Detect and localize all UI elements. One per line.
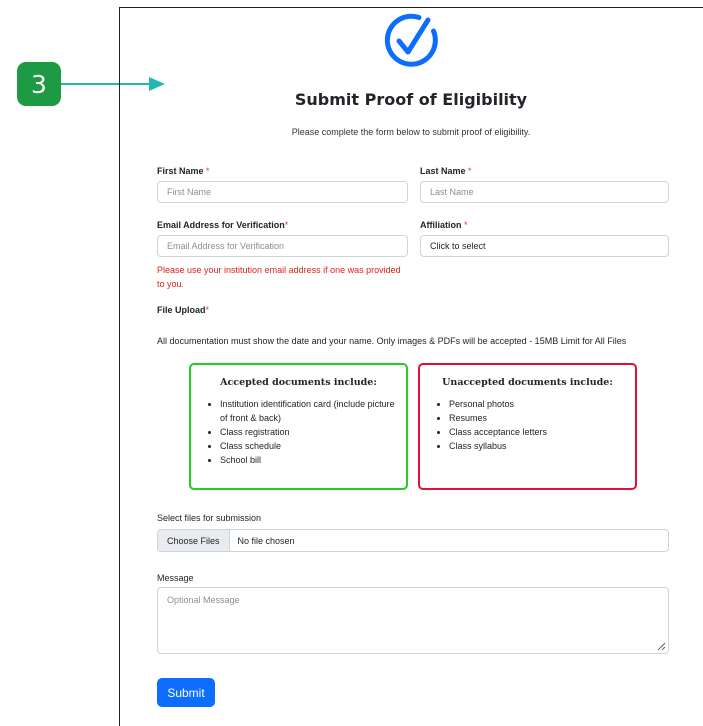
unaccepted-documents-heading: Unaccepted documents include: — [442, 377, 613, 388]
list-item: Personal photos — [449, 397, 625, 411]
affiliation-label: Affiliation * — [420, 220, 468, 230]
list-item: Resumes — [449, 411, 625, 425]
message-textarea[interactable]: Optional Message — [157, 587, 669, 654]
select-files-label: Select files for submission — [157, 513, 262, 523]
accepted-documents-box: Accepted documents include: Institution … — [189, 363, 408, 490]
first-name-label-text: First Name — [157, 166, 204, 176]
required-mark: * — [205, 305, 210, 315]
first-name-label: First Name * — [157, 166, 210, 176]
email-hint: Please use your institution email addres… — [157, 265, 401, 289]
resize-grip-icon[interactable] — [657, 642, 666, 651]
list-item: Class registration — [220, 425, 396, 439]
list-item: School bill — [220, 453, 396, 467]
last-name-input[interactable]: Last Name — [420, 181, 669, 203]
list-item: Institution identification card (include… — [220, 397, 396, 425]
required-mark: * — [284, 220, 289, 230]
required-mark: * — [464, 220, 468, 230]
last-name-label: Last Name * — [420, 166, 472, 176]
email-label: Email Address for Verification* — [157, 220, 288, 230]
file-upload-label: File Upload* — [157, 305, 209, 315]
unaccepted-documents-list: Personal photos Resumes Class acceptance… — [420, 397, 635, 453]
required-mark: * — [206, 166, 210, 176]
choose-files-button[interactable]: Choose Files — [158, 530, 230, 551]
first-name-input[interactable]: First Name — [157, 181, 408, 203]
message-label: Message — [157, 573, 194, 583]
email-label-text: Email Address for Verification — [157, 220, 285, 230]
submit-button[interactable]: Submit — [157, 678, 215, 707]
accepted-documents-heading: Accepted documents include: — [220, 377, 377, 388]
page-subtitle: Please complete the form below to submit… — [291, 127, 531, 137]
page-title: Submit Proof of Eligibility — [294, 90, 528, 109]
message-placeholder: Optional Message — [167, 595, 240, 605]
list-item: Class acceptance letters — [449, 425, 625, 439]
upload-requirements-note: All documentation must show the date and… — [157, 336, 627, 346]
list-item: Class syllabus — [449, 439, 625, 453]
check-circle-icon — [384, 13, 438, 67]
email-input[interactable]: Email Address for Verification — [157, 235, 408, 257]
step-number-badge: 3 — [17, 62, 61, 106]
affiliation-label-text: Affiliation — [420, 220, 462, 230]
file-upload-label-text: File Upload — [157, 305, 206, 315]
required-mark: * — [468, 166, 472, 176]
unaccepted-documents-box: Unaccepted documents include: Personal p… — [418, 363, 637, 490]
list-item: Class schedule — [220, 439, 396, 453]
accepted-documents-list: Institution identification card (include… — [191, 397, 406, 467]
last-name-label-text: Last Name — [420, 166, 466, 176]
affiliation-select[interactable]: Click to select — [420, 235, 669, 257]
file-input[interactable]: Choose Files No file chosen — [157, 529, 669, 552]
file-status-text: No file chosen — [237, 535, 295, 546]
